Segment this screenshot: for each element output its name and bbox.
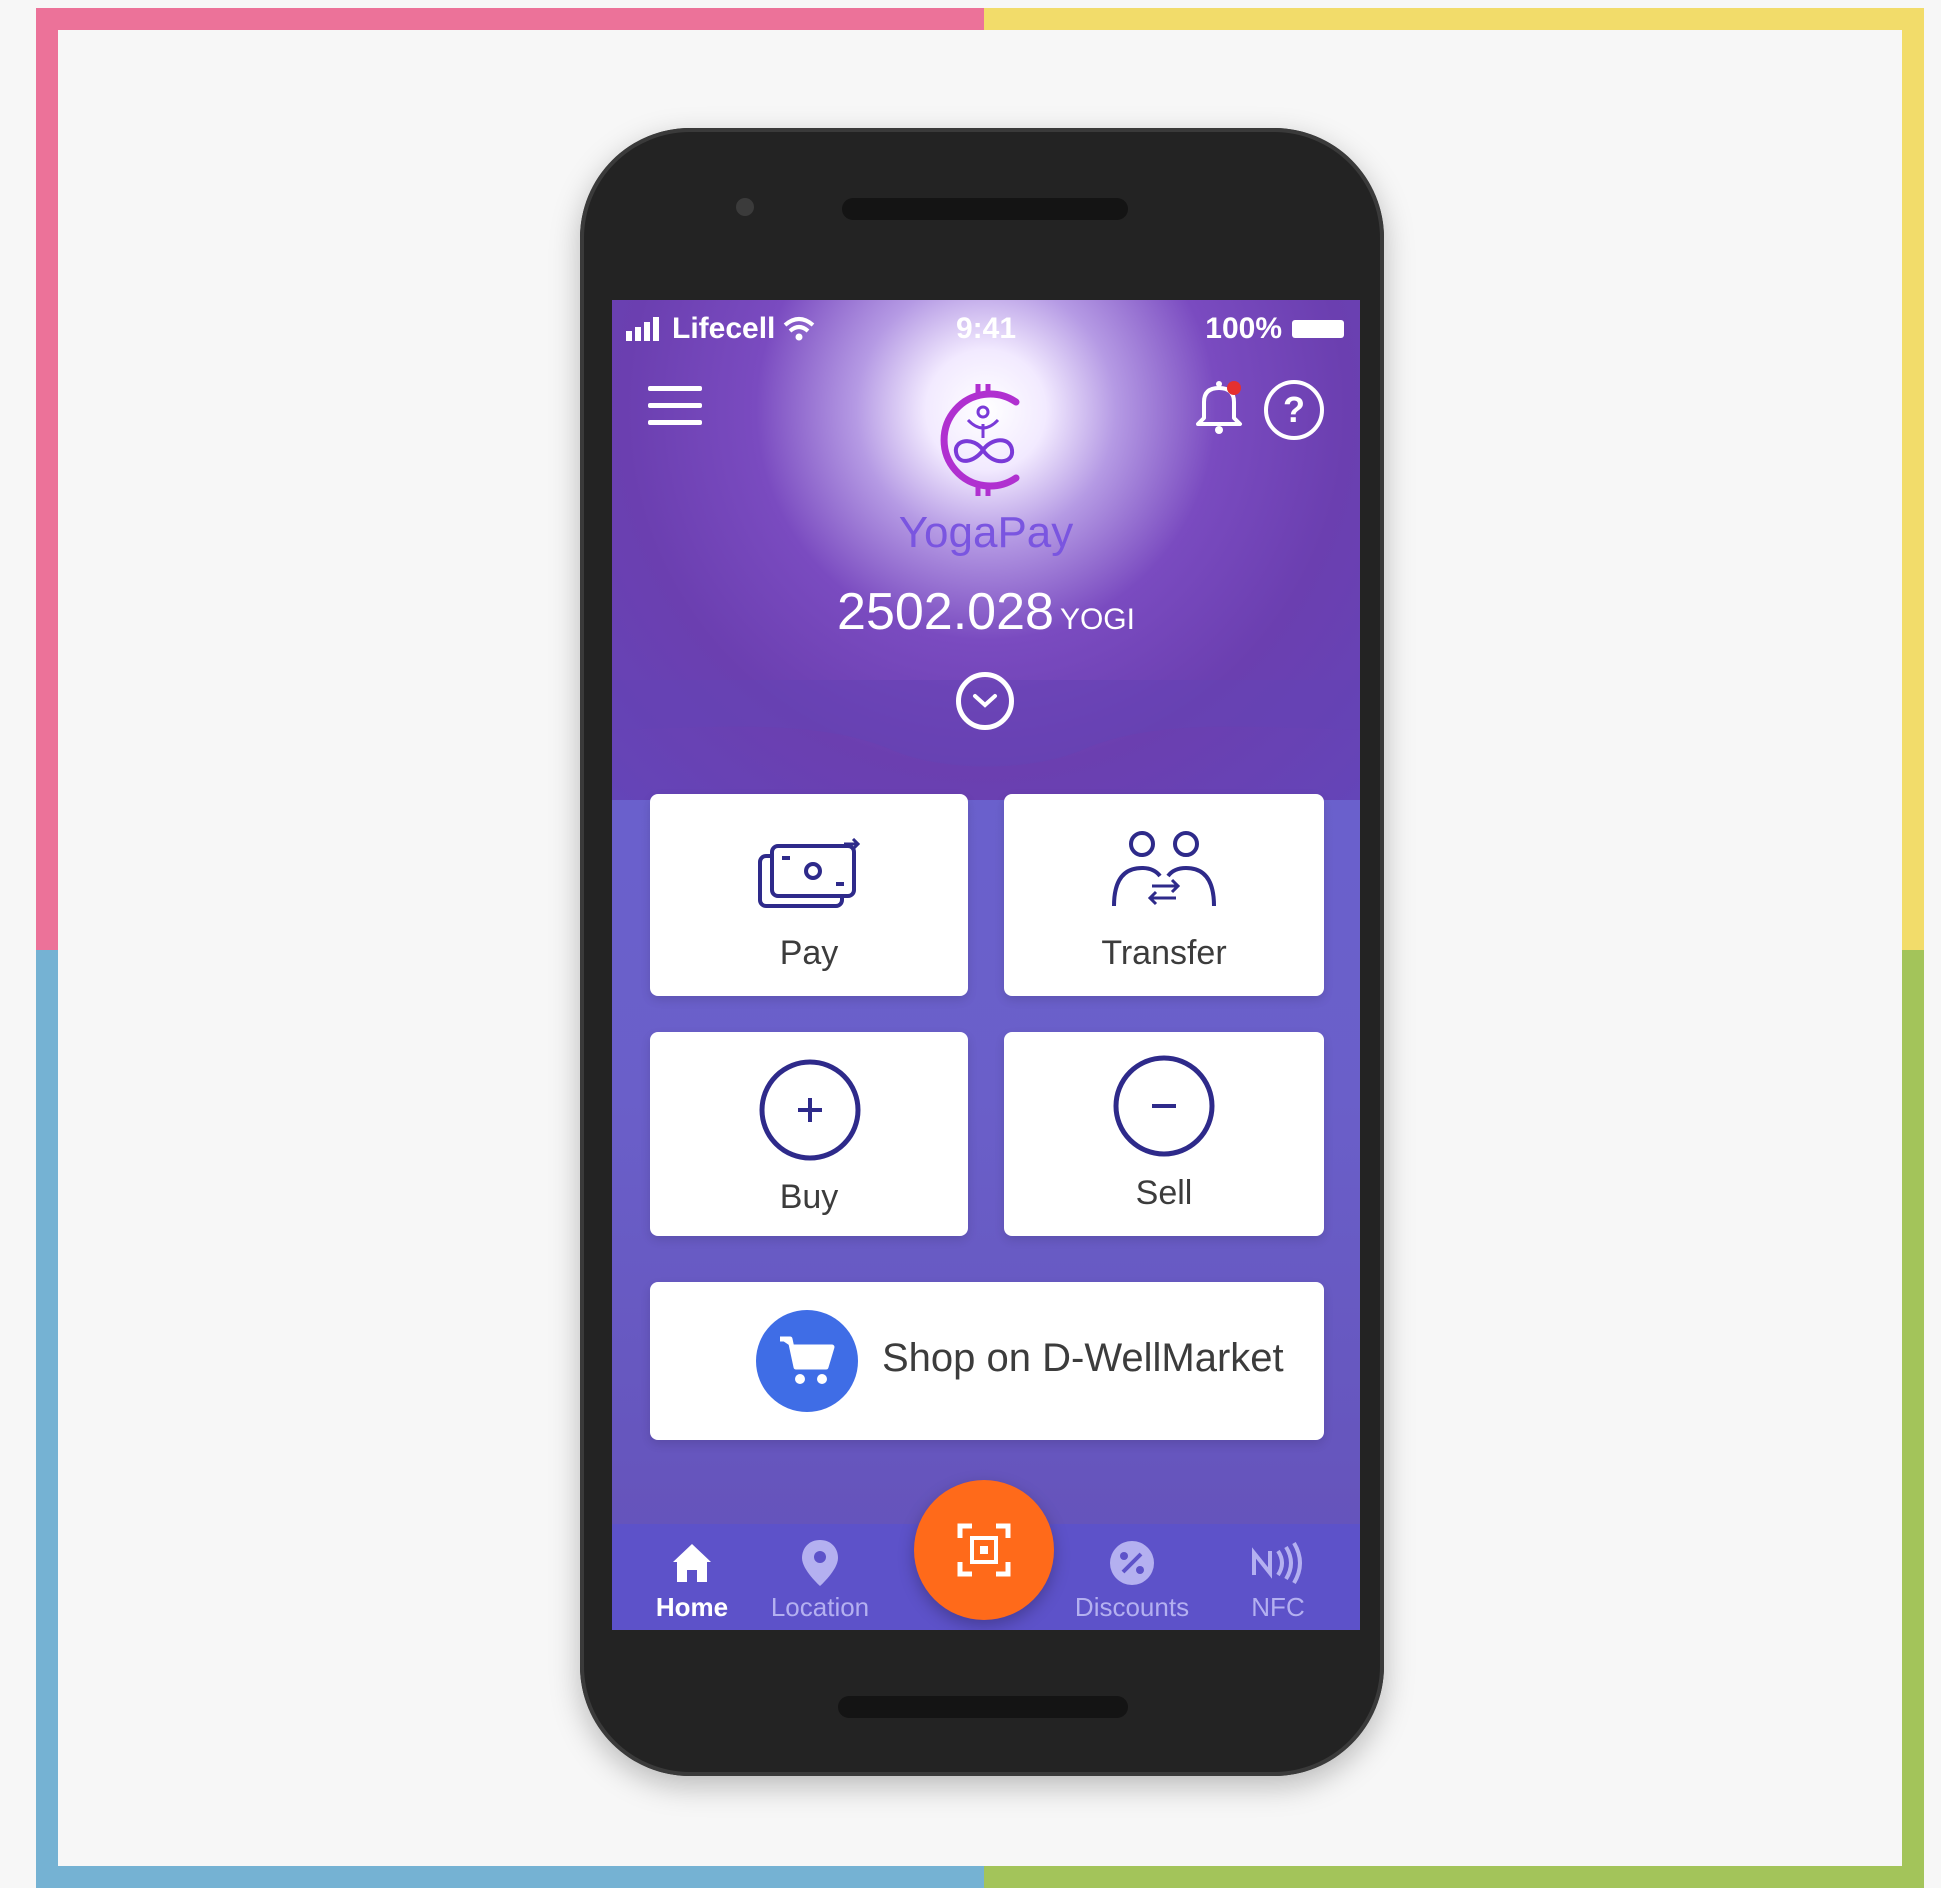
discounts-icon-wrap — [1072, 1534, 1192, 1592]
buy-label: Buy — [779, 1178, 839, 1216]
nav-nfc[interactable]: NFC — [1218, 1534, 1338, 1623]
menu-icon-bar — [648, 420, 702, 425]
cart-icon — [780, 1336, 835, 1384]
frame-segment-left-top — [36, 8, 58, 950]
location-icon-wrap — [760, 1534, 880, 1592]
pay-label: Pay — [779, 934, 839, 972]
menu-button[interactable] — [648, 386, 702, 426]
plus-circle-icon — [759, 1059, 861, 1161]
nav-discounts-label: Discounts — [1074, 1592, 1190, 1622]
pay-icon — [758, 838, 861, 908]
transfer-icon — [1112, 831, 1216, 907]
pay-button[interactable]: Pay — [650, 794, 968, 996]
scan-icon — [957, 1523, 1011, 1577]
frame-segment-top-right — [984, 8, 1924, 30]
minus-circle-icon — [1113, 1055, 1215, 1157]
chevron-down-icon — [973, 694, 997, 708]
scan-qr-button[interactable] — [914, 1480, 1054, 1620]
nav-nfc-label: NFC — [1251, 1592, 1305, 1622]
frame-segment-bottom-right — [984, 1866, 1924, 1888]
battery-icon — [1292, 320, 1344, 338]
frame-segment-bottom-left — [36, 1866, 984, 1888]
balance-unit: YOGI — [1059, 603, 1135, 636]
shop-label: Shop on D-WellMarket — [882, 1336, 1284, 1380]
frame-segment-left-bottom — [36, 950, 58, 1886]
location-pin-icon — [802, 1540, 838, 1586]
sell-button[interactable]: Sell — [1004, 1032, 1324, 1236]
frame-segment-top-left — [36, 8, 984, 30]
earpiece-speaker — [842, 198, 1128, 220]
home-icon — [673, 1544, 711, 1582]
battery-percent: 100% — [1205, 312, 1282, 345]
frame-segment-right-bottom — [1902, 950, 1924, 1886]
notifications-bell-icon[interactable] — [1190, 376, 1248, 436]
transfer-label: Transfer — [1101, 934, 1227, 972]
phone-mockup: Lifecell 9:41 100% ? YogaPay 2502.028 YO… — [580, 128, 1384, 1776]
menu-icon-bar — [648, 386, 702, 391]
nfc-icon — [1252, 1541, 1302, 1585]
home-icon-wrap — [632, 1534, 752, 1592]
balance-display: 2502.028 YOGI — [612, 582, 1360, 642]
frame-segment-right-top — [1902, 8, 1924, 950]
percent-icon — [1110, 1541, 1154, 1585]
shop-icon-circle — [756, 1310, 858, 1412]
nav-location[interactable]: Location — [760, 1534, 880, 1623]
nav-location-label: Location — [770, 1592, 870, 1622]
shop-dwellmarket-button[interactable]: Shop on D-WellMarket — [650, 1282, 1324, 1440]
menu-icon-bar — [648, 403, 702, 408]
status-bar: Lifecell 9:41 100% — [612, 308, 1360, 348]
app-screen: Lifecell 9:41 100% ? YogaPay 2502.028 YO… — [612, 300, 1360, 1630]
nav-home[interactable]: Home — [632, 1534, 752, 1623]
front-camera — [736, 198, 754, 216]
balance-amount: 2502.028 — [837, 583, 1054, 641]
notification-dot — [1227, 381, 1241, 395]
nav-home-label: Home — [655, 1592, 729, 1622]
transfer-button[interactable]: Transfer — [1004, 794, 1324, 996]
help-button[interactable]: ? — [1264, 380, 1324, 440]
bottom-speaker — [838, 1696, 1128, 1718]
yogapay-logo-icon — [940, 384, 1020, 496]
status-right: 100% — [1205, 312, 1344, 346]
sell-label: Sell — [1135, 1174, 1193, 1212]
nfc-icon-wrap — [1218, 1534, 1338, 1592]
expand-button[interactable] — [956, 672, 1014, 730]
brand-name: YogaPay — [898, 508, 1074, 557]
nav-discounts[interactable]: Discounts — [1072, 1534, 1192, 1623]
buy-button[interactable]: Buy — [650, 1032, 968, 1236]
